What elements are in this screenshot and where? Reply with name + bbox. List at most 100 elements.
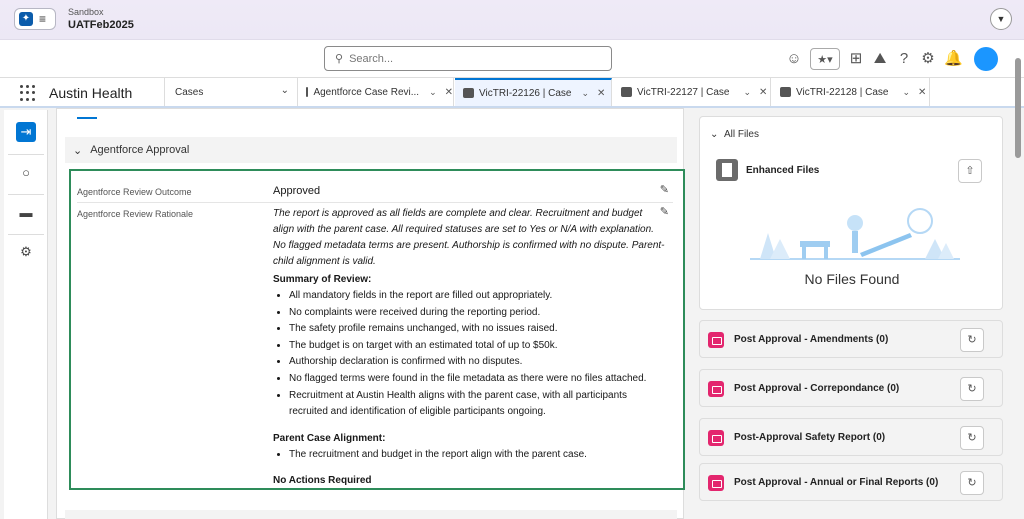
chevron-down-icon[interactable]: ⌄ [429,87,437,98]
record-subtabs [77,109,187,119]
section-header-agentforce-approval[interactable]: ⌄ Agentforce Approval [65,137,677,163]
review-rationale-label: Agentforce Review Rationale [77,209,194,219]
upload-icon: ⇧ [965,165,975,177]
utility-rail: ⇥ ○ ▬ ⚙ [4,110,48,519]
list-item: No complaints were received during the r… [289,305,665,322]
org-subtitle: Sandbox [68,7,104,17]
actions-heading: No Actions Required [273,475,372,487]
all-files-label: All Files [723,129,759,140]
header-icons: ☺ ★ ▾ ⊞ ⛰ ? ⚙ 🔔 [786,47,998,71]
chevron-down-icon[interactable]: ⌄ [902,87,910,98]
edit-pencil-icon[interactable]: ✎ [660,183,669,196]
object-selector-label: Cases [175,87,204,98]
refresh-button[interactable]: ↻ [960,471,984,495]
einstein-icon[interactable]: ☺ [786,48,802,70]
agentforce-approval-fields: Agentforce Review Outcome Approved ✎ Age… [69,169,685,490]
next-section-header [65,510,677,519]
tab-related[interactable] [127,109,147,119]
list-item: The recruitment and budget in the report… [289,447,665,464]
related-list-title[interactable]: Post Approval - Amendments (0) [734,334,888,345]
files-card: ⌄ All Files Enhanced Files ⇧ No Files Fo… [699,116,1003,310]
tab-label: Agentforce Case Revi... [313,86,420,98]
close-icon[interactable]: ✕ [918,87,926,98]
related-list-correspondence: Post Approval - Correpondance (0) ↻ [699,369,1003,407]
list-item: Authorship declaration is confirmed with… [289,354,665,371]
global-header: ⚲ ☺ ★▾ ⊞ ⛰ ? ⚙ 🔔 [0,40,1024,78]
related-list-annual-reports: Post Approval - Annual or Final Reports … [699,463,1003,501]
close-icon[interactable]: ✕ [759,87,767,98]
rationale-intro: The report is approved as all fields are… [273,208,665,267]
case-icon [306,87,309,97]
divider [8,234,44,235]
tab-details[interactable] [77,109,98,119]
summary-list: All mandatory fields in the report are f… [273,288,665,421]
expand-panel-icon[interactable]: ⇥ [16,122,36,142]
gear-icon[interactable]: ⚙ [920,48,936,70]
case-icon [708,332,724,348]
help-icon[interactable]: ? [896,48,912,70]
star-icon: ★ [817,53,828,66]
review-rationale-value: The report is approved as all fields are… [273,206,665,489]
close-icon[interactable]: ✕ [445,87,453,98]
parent-alignment-list: The recruitment and budget in the report… [273,447,665,464]
trailhead-icon[interactable]: ⛰ [872,48,888,70]
chevron-down-icon: ⌄ [280,85,289,96]
summary-heading: Summary of Review: [273,274,372,285]
list-item: No flagged terms were found in the file … [289,371,665,388]
upload-button[interactable]: ⇧ [958,159,982,183]
related-list-title[interactable]: Post-Approval Safety Report (0) [734,432,885,443]
tab-victri-22126[interactable]: VicTRI-22126 | Case ⌄ ✕ [455,78,612,106]
review-outcome-label: Agentforce Review Outcome [77,187,192,197]
related-list-title[interactable]: Post Approval - Correpondance (0) [734,383,899,394]
empty-state-illustration [750,208,960,260]
briefcase-icon[interactable]: ▬ [16,202,36,222]
refresh-button[interactable]: ↻ [960,426,984,450]
gear-icon[interactable]: ⚙ [16,242,36,262]
chevron-down-icon[interactable]: ⌄ [743,87,751,98]
tab-agentforce-case-review[interactable]: Agentforce Case Revi... ⌄ ✕ [298,78,454,106]
divider [8,154,44,155]
search-input[interactable] [349,52,590,65]
refresh-button[interactable]: ↻ [960,328,984,352]
app-launcher-button[interactable]: ✦ ≡ [14,8,56,30]
tab-victri-22127[interactable]: VicTRI-22127 | Case ⌄ ✕ [613,78,771,106]
case-icon [708,475,724,491]
top-bar: ✦ ≡ Sandbox UATFeb2025 ▼ [0,0,1024,40]
related-list-title[interactable]: Post Approval - Annual or Final Reports … [734,477,938,488]
menu-icon: ≡ [39,12,47,26]
case-icon [780,87,791,97]
avatar[interactable] [974,47,998,71]
tab-feed[interactable] [177,109,187,119]
chevron-down-icon[interactable]: ⌄ [581,88,589,99]
divider [273,202,673,203]
enhanced-files-label: Enhanced Files [746,165,820,176]
tab-victri-22128[interactable]: VicTRI-22128 | Case ⌄ ✕ [772,78,930,106]
refresh-button[interactable]: ↻ [960,377,984,401]
parent-alignment-heading: Parent Case Alignment: [273,432,386,444]
object-selector[interactable]: Cases ⌄ [164,78,298,106]
chevron-down-icon[interactable]: ▼ [990,8,1012,30]
refresh-icon: ↻ [967,334,977,346]
scrollbar-thumb[interactable] [1015,58,1021,158]
close-icon[interactable]: ✕ [597,88,605,99]
related-list-safety-report: Post-Approval Safety Report (0) ↻ [699,418,1003,456]
tab-label: VicTRI-22128 | Case [796,86,889,98]
review-outcome-value: Approved [273,185,321,197]
file-icon [716,159,738,181]
list-item: Recruitment at Austin Health aligns with… [289,388,665,421]
add-icon[interactable]: ⊞ [848,48,864,70]
no-files-message: No Files Found [804,271,900,287]
favorites-button[interactable]: ★ ▾ [810,48,840,70]
app-logo-icon: ✦ [19,12,33,26]
console-tab-bar: Austin Health Cases ⌄ Agentforce Case Re… [0,78,1024,108]
tab-label: VicTRI-22127 | Case [637,86,730,98]
tab-label: VicTRI-22126 | Case [479,87,572,99]
search-box[interactable]: ⚲ [324,46,612,71]
bell-icon[interactable]: 🔔 [944,48,963,70]
app-launcher-icon[interactable] [20,85,36,101]
all-files-header[interactable]: ⌄ All Files [710,129,759,140]
page-scrollbar[interactable] [1014,40,1022,519]
divider [77,202,277,203]
circle-icon[interactable]: ○ [16,162,36,182]
list-item: The safety profile remains unchanged, wi… [289,321,665,338]
